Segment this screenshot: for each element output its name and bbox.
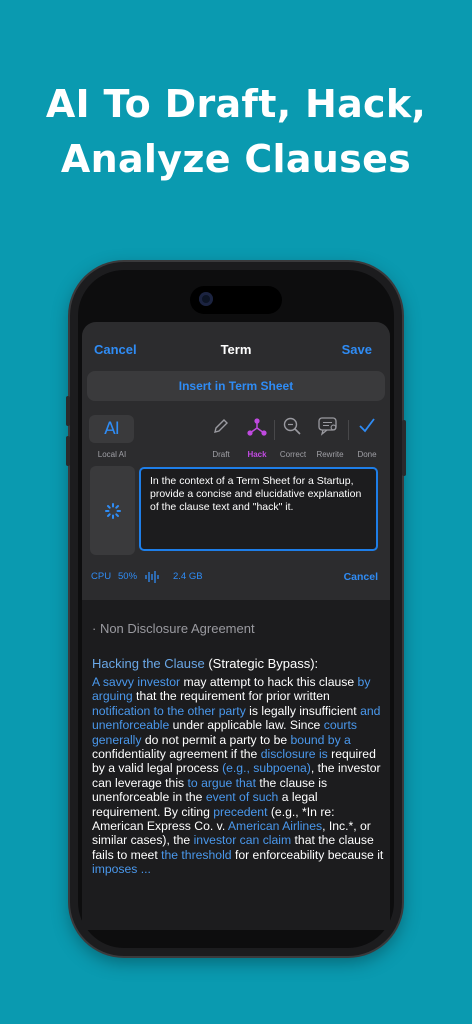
tool-correct[interactable]	[272, 416, 312, 436]
explanation-segment: A savvy investor	[92, 675, 181, 689]
cpu-label: CPU	[91, 571, 112, 582]
explanation-segment: may attempt to hack this clause	[180, 675, 358, 689]
memory-value: 2.4 GB	[173, 571, 203, 582]
explanation-segment: (e.g., subpoena)	[222, 761, 311, 776]
loading-spinner-icon	[105, 503, 121, 519]
explanation-segment: American Airlines	[227, 819, 323, 834]
prompt-input[interactable]: In the context of a Term Sheet for a Sta…	[139, 467, 378, 551]
cpu-value: 50%	[118, 571, 138, 582]
explanation-segment: the threshold	[161, 847, 232, 862]
chat-rewrite-icon	[318, 417, 337, 436]
explanation-segment: is legally insufficient	[245, 703, 361, 718]
insert-in-term-sheet-button[interactable]: Insert in Term Sheet	[87, 371, 385, 401]
volume-down-button	[66, 436, 70, 466]
explanation-segment: disclosure is	[260, 747, 328, 762]
tool-draft[interactable]	[201, 416, 241, 436]
explanation-segment: that the requirement for prior written	[132, 689, 330, 704]
ai-badge: AI	[104, 419, 120, 439]
tool-hack[interactable]	[237, 416, 277, 438]
explanation-segment: bound by a	[290, 732, 351, 747]
power-button	[402, 420, 406, 476]
explanation-segment: under applicable law. Since	[169, 718, 324, 733]
hack-section-title: Hacking the Clause (Strategic Bypass):	[92, 656, 318, 671]
output-heading: · Non Disclosure Agreement	[92, 621, 255, 636]
progress-panel	[90, 466, 135, 555]
headline-line-2: Analyze Clauses	[60, 137, 412, 181]
local-ai-button[interactable]: AI	[89, 415, 134, 443]
explanation-segment: for enforceability because it	[231, 847, 384, 862]
save-button[interactable]: Save	[342, 342, 372, 357]
tool-done-label: Done	[357, 450, 377, 459]
explanation-segment: event of such	[205, 790, 279, 805]
explanation-segment: investor can claim	[193, 833, 292, 848]
explanation-segment: to argue that	[187, 775, 256, 790]
hack-title-suffix: (Strategic Bypass):	[204, 656, 319, 671]
checkmark-icon	[359, 418, 375, 433]
volume-up-button	[66, 396, 70, 426]
explanation-segment: confidentiality agreement if the	[92, 747, 261, 762]
camera-icon	[199, 292, 213, 306]
cancel-generation-button[interactable]: Cancel	[344, 571, 378, 583]
tool-done[interactable]	[347, 416, 387, 436]
hack-nodes-icon	[247, 418, 267, 436]
pencil-icon	[214, 419, 228, 433]
term-editor-sheet: Cancel Term Save Insert in Term Sheet AI…	[82, 322, 390, 930]
explanation-segment: notification to the other party	[92, 703, 246, 718]
hack-title-text: Hacking the Clause	[92, 656, 205, 671]
local-ai-label: Local AI	[97, 450, 127, 459]
navbar: Cancel Term Save	[82, 322, 390, 378]
explanation-segment: precedent	[213, 804, 268, 819]
magnify-icon	[283, 417, 301, 435]
explanation-segment: imposes ...	[92, 862, 151, 877]
explanation-segment: do not permit a party to be	[141, 732, 291, 747]
hack-explanation: A savvy investor may attempt to hack thi…	[92, 675, 384, 877]
waveform-icon	[145, 571, 159, 583]
tool-rewrite[interactable]	[309, 416, 349, 436]
headline-line-1: AI To Draft, Hack,	[45, 82, 427, 126]
